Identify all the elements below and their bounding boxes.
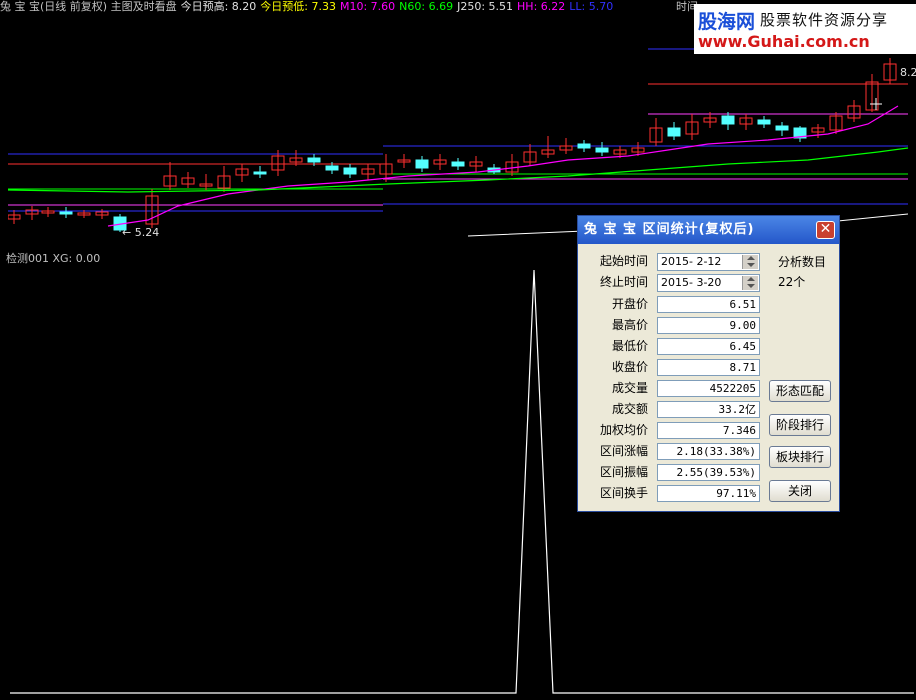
stat-label: 收盘价 [611, 360, 648, 374]
watermark-logo: 股海网 股票软件资源分享 www.Guhai.com.cn [694, 4, 916, 54]
start-time-label: 起始时间 [599, 254, 648, 268]
header-segment-1: 今日预高: 8.20 [180, 0, 257, 13]
stat-label: 区间换手 [599, 486, 648, 500]
candle-body [59, 211, 73, 215]
watermark-tagline: 股票软件资源分享 [760, 11, 889, 29]
header-segment-5: J250: 5.51 [457, 0, 514, 13]
end-time-input[interactable]: 2015- 3-20 [657, 274, 760, 292]
candle-body [253, 171, 267, 175]
stat-value: 33.2亿 [657, 401, 760, 418]
end-time-value: 2015- 3-20 [661, 276, 722, 289]
ma-short-line [107, 105, 899, 227]
candle-body [307, 157, 321, 163]
stat-value: 6.51 [657, 296, 760, 313]
candle-body [325, 165, 339, 171]
candle-body [757, 119, 771, 125]
close-button[interactable]: 关闭 [769, 480, 831, 502]
low-price-marker: ← 5.24 [122, 226, 159, 239]
candle-body [667, 127, 681, 137]
stat-label: 最高价 [611, 318, 648, 332]
high-price-marker: 8.2 [900, 66, 916, 79]
header-segment-6: HH: 6.22 [517, 0, 566, 13]
side-tab[interactable] [0, 34, 8, 74]
stat-value: 7.346 [657, 422, 760, 439]
pattern-match-button[interactable]: 形态匹配 [769, 380, 831, 402]
header-segment-4: N60: 6.69 [399, 0, 454, 13]
interval-stats-dialog: 兔 宝 宝 区间统计(复权后) ✕ 起始时间 2015- 2-12 终止时间 2… [577, 215, 840, 512]
analysis-count-value: 22个 [778, 275, 806, 289]
stat-value: 9.00 [657, 317, 760, 334]
watermark-url: www.Guhai.com.cn [698, 32, 870, 51]
stat-label: 成交量 [611, 381, 648, 395]
candle-body [451, 161, 465, 167]
dialog-title[interactable]: 兔 宝 宝 区间统计(复权后) [578, 216, 839, 244]
end-time-label: 终止时间 [599, 275, 648, 289]
candle-body [343, 167, 357, 175]
stat-value: 6.45 [657, 338, 760, 355]
close-icon[interactable]: ✕ [816, 221, 835, 239]
stat-label: 开盘价 [611, 297, 648, 311]
header-segment-2: 今日预低: 7.33 [260, 0, 336, 13]
stat-value: 4522205 [657, 380, 760, 397]
analysis-count-label: 分析数目 [778, 255, 827, 269]
stat-label: 最低价 [611, 339, 648, 353]
stat-label: 加权均价 [599, 423, 648, 437]
stat-label: 区间振幅 [599, 465, 648, 479]
stage-rank-button[interactable]: 阶段排行 [769, 414, 831, 436]
candle-body [595, 147, 609, 153]
stat-label: 区间涨幅 [599, 444, 648, 458]
stat-value: 97.11% [657, 485, 760, 502]
candle-body [721, 115, 735, 125]
candle-body [415, 159, 429, 169]
stat-label: 成交额 [611, 402, 648, 416]
candle-body [577, 143, 591, 149]
header-segment-3: M10: 7.60 [339, 0, 396, 13]
header-segment-7: LL: 5.70 [569, 0, 614, 13]
start-time-value: 2015- 2-12 [661, 255, 722, 268]
end-spinner-icon[interactable] [742, 276, 758, 290]
header-segment-0: 兔 宝 宝(日线 前复权) 主图及时看盘 [0, 0, 177, 13]
candle-body [775, 125, 789, 131]
watermark-brand: 股海网 [698, 11, 756, 33]
start-time-input[interactable]: 2015- 2-12 [657, 253, 760, 271]
stat-value: 8.71 [657, 359, 760, 376]
stat-value: 2.18(33.38%) [657, 443, 760, 460]
start-spinner-icon[interactable] [742, 255, 758, 269]
sector-rank-button[interactable]: 板块排行 [769, 446, 831, 468]
stat-value: 2.55(39.53%) [657, 464, 760, 481]
left-tab-strip[interactable] [0, 14, 8, 700]
